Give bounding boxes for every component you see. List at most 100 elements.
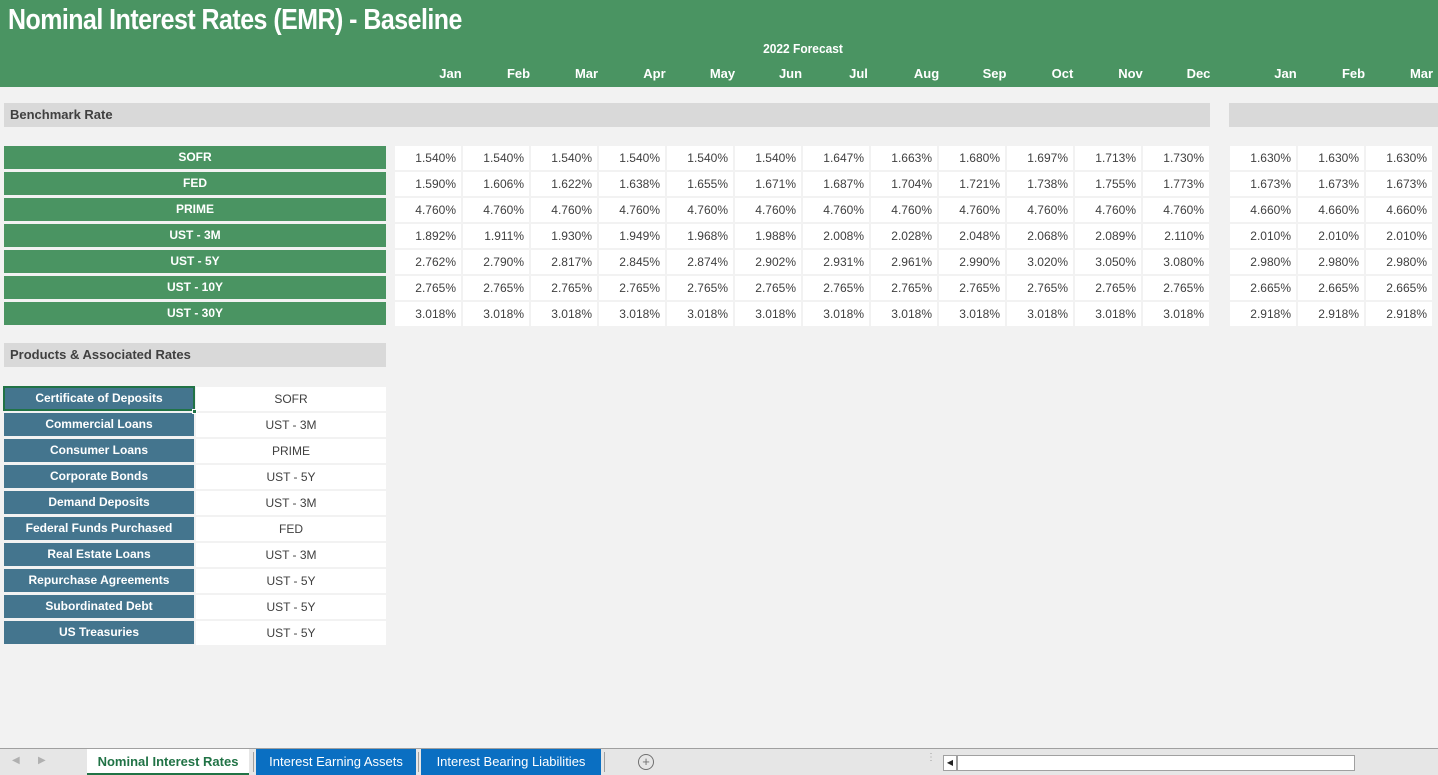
rate-cell[interactable]: 1.638% [599, 172, 665, 196]
rate-cell[interactable]: 1.655% [667, 172, 733, 196]
rate-cell[interactable]: 3.018% [1143, 302, 1209, 326]
rate-cell[interactable]: 3.018% [735, 302, 801, 326]
rate-cell[interactable]: 1.773% [1143, 172, 1209, 196]
tab-interest-earning-assets[interactable]: Interest Earning Assets [256, 749, 416, 775]
rate-cell[interactable]: 4.760% [463, 198, 529, 222]
rate-cell-next-year[interactable]: 2.010% [1366, 224, 1432, 248]
rate-cell[interactable]: 2.931% [803, 250, 869, 274]
product-rate-cell[interactable]: PRIME [196, 439, 386, 463]
rate-cell-next-year[interactable]: 4.660% [1298, 198, 1364, 222]
rate-cell[interactable]: 2.765% [939, 276, 1005, 300]
product-label[interactable]: Corporate Bonds [4, 465, 194, 488]
rate-cell[interactable]: 1.540% [395, 146, 461, 170]
benchmark-rate-label[interactable]: UST - 3M [4, 224, 386, 247]
benchmark-rate-label[interactable]: FED [4, 172, 386, 195]
rate-cell[interactable]: 1.540% [667, 146, 733, 170]
product-label[interactable]: Subordinated Debt [4, 595, 194, 618]
rate-cell-next-year[interactable]: 2.918% [1298, 302, 1364, 326]
rate-cell-next-year[interactable]: 2.980% [1298, 250, 1364, 274]
rate-cell[interactable]: 2.765% [463, 276, 529, 300]
rate-cell[interactable]: 2.990% [939, 250, 1005, 274]
rate-cell[interactable]: 2.845% [599, 250, 665, 274]
rate-cell[interactable]: 1.687% [803, 172, 869, 196]
rate-cell-next-year[interactable]: 1.630% [1298, 146, 1364, 170]
rate-cell[interactable]: 1.590% [395, 172, 461, 196]
product-rate-cell[interactable]: UST - 3M [196, 491, 386, 515]
rate-cell[interactable]: 1.738% [1007, 172, 1073, 196]
rate-cell[interactable]: 1.892% [395, 224, 461, 248]
rate-cell[interactable]: 3.018% [531, 302, 597, 326]
rate-cell[interactable]: 3.018% [1007, 302, 1073, 326]
add-sheet-icon[interactable]: + [638, 754, 654, 770]
prev-sheet-icon[interactable]: ◀ [12, 755, 20, 766]
rate-cell-next-year[interactable]: 2.918% [1366, 302, 1432, 326]
rate-cell[interactable]: 4.760% [531, 198, 597, 222]
rate-cell[interactable]: 4.760% [803, 198, 869, 222]
rate-cell[interactable]: 2.765% [871, 276, 937, 300]
rate-cell[interactable]: 1.540% [531, 146, 597, 170]
scroll-left-icon[interactable]: ◀ [944, 756, 958, 770]
rate-cell[interactable]: 1.671% [735, 172, 801, 196]
rate-cell[interactable]: 1.968% [667, 224, 733, 248]
tab-interest-bearing-liabilities[interactable]: Interest Bearing Liabilities [421, 749, 601, 775]
rate-cell[interactable]: 3.018% [395, 302, 461, 326]
benchmark-rate-label[interactable]: PRIME [4, 198, 386, 221]
rate-cell[interactable]: 1.713% [1075, 146, 1141, 170]
rate-cell[interactable]: 3.018% [1075, 302, 1141, 326]
rate-cell-next-year[interactable]: 2.665% [1230, 276, 1296, 300]
rate-cell[interactable]: 3.018% [939, 302, 1005, 326]
rate-cell[interactable]: 2.765% [1075, 276, 1141, 300]
rate-cell[interactable]: 2.765% [803, 276, 869, 300]
rate-cell[interactable]: 2.089% [1075, 224, 1141, 248]
rate-cell[interactable]: 4.760% [395, 198, 461, 222]
product-rate-cell[interactable]: FED [196, 517, 386, 541]
rate-cell[interactable]: 1.540% [599, 146, 665, 170]
rate-cell[interactable]: 2.765% [531, 276, 597, 300]
rate-cell[interactable]: 2.765% [1007, 276, 1073, 300]
product-label[interactable]: Demand Deposits [4, 491, 194, 514]
rate-cell[interactable]: 1.911% [463, 224, 529, 248]
benchmark-rate-label[interactable]: UST - 30Y [4, 302, 386, 325]
rate-cell[interactable]: 4.760% [1075, 198, 1141, 222]
rate-cell[interactable]: 1.680% [939, 146, 1005, 170]
rate-cell[interactable]: 2.961% [871, 250, 937, 274]
horizontal-scrollbar[interactable]: ◀ [943, 755, 1355, 771]
more-options-icon[interactable]: ⋮ [926, 753, 936, 763]
rate-cell[interactable]: 1.622% [531, 172, 597, 196]
rate-cell[interactable]: 1.755% [1075, 172, 1141, 196]
rate-cell-next-year[interactable]: 2.010% [1230, 224, 1296, 248]
rate-cell[interactable]: 1.663% [871, 146, 937, 170]
product-label[interactable]: Federal Funds Purchased [4, 517, 194, 540]
product-label[interactable]: US Treasuries [4, 621, 194, 644]
rate-cell-next-year[interactable]: 4.660% [1366, 198, 1432, 222]
rate-cell[interactable]: 2.048% [939, 224, 1005, 248]
selection-fill-handle[interactable] [192, 409, 197, 414]
rate-cell-next-year[interactable]: 1.673% [1230, 172, 1296, 196]
rate-cell[interactable]: 4.760% [939, 198, 1005, 222]
rate-cell[interactable]: 2.790% [463, 250, 529, 274]
rate-cell-next-year[interactable]: 2.665% [1298, 276, 1364, 300]
product-rate-cell[interactable]: UST - 5Y [196, 595, 386, 619]
rate-cell[interactable]: 3.020% [1007, 250, 1073, 274]
product-rate-cell[interactable]: UST - 5Y [196, 621, 386, 645]
rate-cell-next-year[interactable]: 2.980% [1366, 250, 1432, 274]
rate-cell[interactable]: 1.540% [735, 146, 801, 170]
product-label[interactable]: Repurchase Agreements [4, 569, 194, 592]
rate-cell[interactable]: 3.050% [1075, 250, 1141, 274]
rate-cell[interactable]: 1.697% [1007, 146, 1073, 170]
rate-cell-next-year[interactable]: 2.980% [1230, 250, 1296, 274]
rate-cell[interactable]: 4.760% [735, 198, 801, 222]
rate-cell[interactable]: 3.018% [599, 302, 665, 326]
rate-cell[interactable]: 2.762% [395, 250, 461, 274]
rate-cell[interactable]: 2.068% [1007, 224, 1073, 248]
tab-nominal-interest-rates[interactable]: Nominal Interest Rates [87, 749, 249, 775]
rate-cell[interactable]: 2.765% [735, 276, 801, 300]
rate-cell[interactable]: 4.760% [871, 198, 937, 222]
rate-cell[interactable]: 1.988% [735, 224, 801, 248]
rate-cell[interactable]: 2.110% [1143, 224, 1209, 248]
rate-cell[interactable]: 1.730% [1143, 146, 1209, 170]
product-rate-cell[interactable]: UST - 3M [196, 543, 386, 567]
rate-cell-next-year[interactable]: 1.673% [1366, 172, 1432, 196]
product-rate-cell[interactable]: UST - 5Y [196, 465, 386, 489]
rate-cell[interactable]: 2.008% [803, 224, 869, 248]
